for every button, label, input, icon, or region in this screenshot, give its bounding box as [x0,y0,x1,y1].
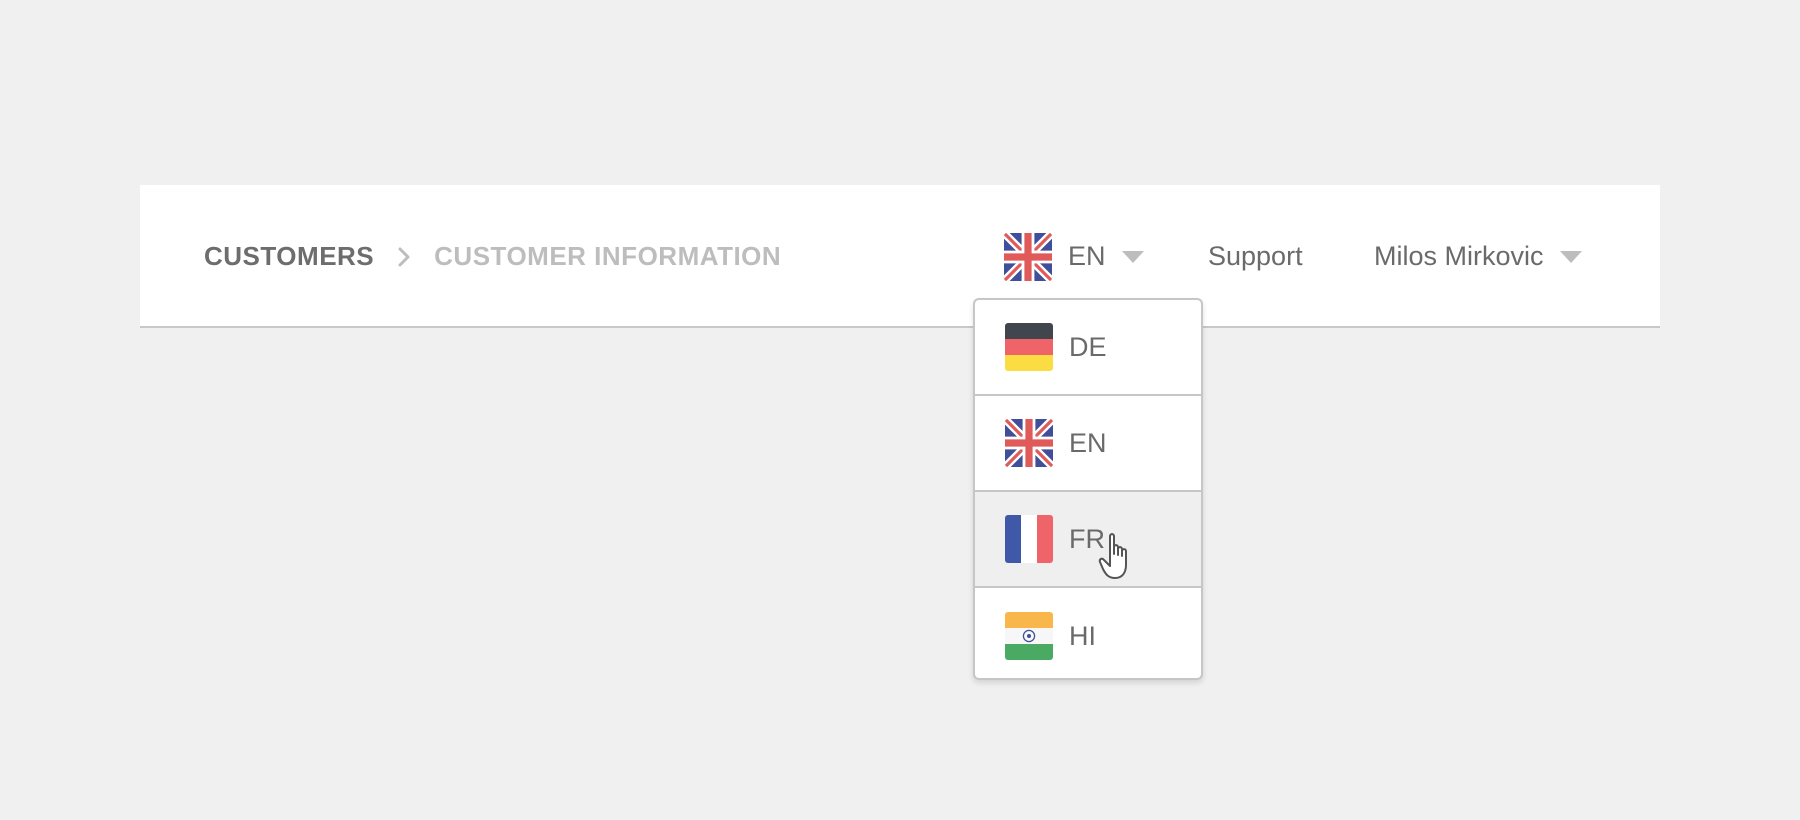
language-option-label: HI [1069,620,1096,651]
language-option-de[interactable]: DE [975,300,1201,396]
germany-flag-icon [1005,323,1053,371]
hand-cursor-icon [1098,533,1127,579]
caret-down-icon [1121,250,1144,263]
language-dropdown: DE EN FR HI [973,298,1203,680]
language-option-label: EN [1069,427,1107,458]
caret-down-icon [1559,250,1582,263]
language-option-hi[interactable]: HI [975,588,1201,678]
top-bar: CUSTOMERS CUSTOMER INFORMATION EN Suppor… [140,185,1660,328]
india-flag-icon [1005,612,1053,660]
france-flag-icon [1005,515,1053,563]
breadcrumb-customer-information: CUSTOMER INFORMATION [434,241,782,271]
user-name: Milos Mirkovic [1374,241,1544,271]
user-menu[interactable]: Milos Mirkovic [1374,185,1582,328]
support-link[interactable]: Support [1208,185,1303,328]
uk-flag-icon [1005,419,1053,467]
chevron-right-icon [398,247,410,267]
language-option-en[interactable]: EN [975,396,1201,492]
language-code: EN [1068,241,1106,271]
language-option-fr[interactable]: FR [975,492,1201,588]
uk-flag-icon [1004,232,1052,281]
breadcrumb-customers[interactable]: CUSTOMERS [204,241,374,272]
breadcrumb: CUSTOMERS CUSTOMER INFORMATION [204,185,781,328]
language-option-label: DE [1069,331,1107,362]
